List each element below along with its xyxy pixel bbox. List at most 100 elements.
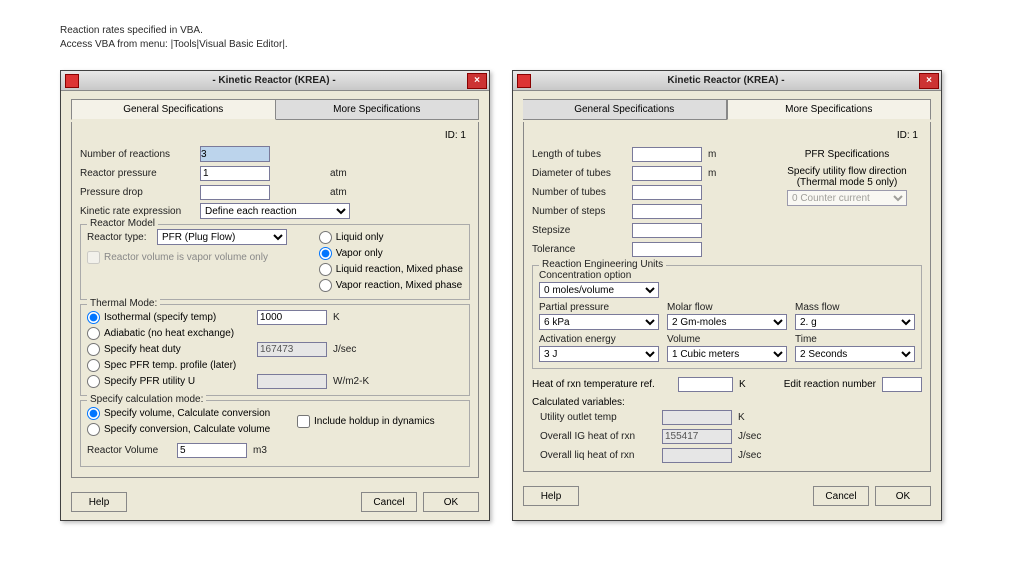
ig-heat-rxn-label: Overall IG heat of rxn (532, 431, 662, 442)
tab-more-specifications[interactable]: More Specifications (727, 99, 932, 120)
cancel-button[interactable]: Cancel (813, 486, 869, 506)
reactor-pressure-input[interactable] (200, 166, 270, 181)
volume-unit-label: Volume (667, 334, 787, 345)
thermal-pfr-u-label: Specify PFR utility U (104, 376, 195, 387)
thermal-adiabatic-radio[interactable] (87, 327, 100, 340)
thermal-adiabatic-label: Adiabatic (no heat exchange) (104, 328, 234, 339)
titlebar[interactable]: - Kinetic Reactor (KREA) - × (61, 71, 489, 91)
diameter-tubes-unit: m (708, 168, 716, 179)
calc-volume-radio[interactable] (87, 407, 100, 420)
isothermal-temp-unit: K (333, 312, 340, 323)
reactor-model-title: Reactor Model (87, 218, 158, 229)
edit-reaction-number-label: Edit reaction number (784, 379, 876, 390)
mass-flow-label: Mass flow (795, 302, 915, 313)
reactor-type-label: Reactor type: (87, 232, 157, 243)
concentration-option-label: Concentration option (539, 270, 915, 281)
length-tubes-input[interactable] (632, 147, 702, 162)
calc-conversion-radio[interactable] (87, 423, 100, 436)
number-of-reactions-input[interactable] (200, 146, 270, 162)
include-holdup-label: Include holdup in dynamics (314, 416, 435, 427)
tolerance-label: Tolerance (532, 244, 632, 255)
phase-vapor-mixed-radio[interactable] (319, 279, 332, 292)
kinetic-reactor-general-dialog: - Kinetic Reactor (KREA) - × General Spe… (60, 70, 490, 521)
reactor-type-select[interactable]: PFR (Plug Flow) (157, 229, 287, 245)
reactor-volume-unit: m3 (253, 445, 267, 456)
include-holdup-checkbox[interactable] (297, 415, 310, 428)
reactor-pressure-label: Reactor pressure (80, 168, 200, 179)
heat-rxn-tempref-input[interactable] (678, 377, 733, 392)
reactor-pressure-unit: atm (330, 168, 347, 179)
phase-vapor-only-radio[interactable] (319, 247, 332, 260)
number-steps-input[interactable] (632, 204, 702, 219)
reactor-volume-input[interactable] (177, 443, 247, 458)
app-icon (65, 74, 79, 88)
app-icon (517, 74, 531, 88)
concentration-option-select[interactable]: 0 moles/volume (539, 282, 659, 298)
help-button[interactable]: Help (71, 492, 127, 512)
activation-energy-select[interactable]: 3 J (539, 346, 659, 362)
time-unit-select[interactable]: 2 Seconds (795, 346, 915, 362)
isothermal-temp-input[interactable] (257, 310, 327, 325)
pressure-drop-input[interactable] (200, 185, 270, 200)
phase-liquid-only-label: Liquid only (336, 232, 384, 243)
ig-heat-rxn-unit: J/sec (738, 431, 761, 442)
thermal-mode-title: Thermal Mode: (87, 298, 160, 309)
thermal-pfr-u-radio[interactable] (87, 375, 100, 388)
pfr-flow-dir-select: 0 Counter current (787, 190, 907, 206)
diameter-tubes-input[interactable] (632, 166, 702, 181)
edit-reaction-number-input[interactable] (882, 377, 922, 392)
ok-button[interactable]: OK (875, 486, 931, 506)
titlebar[interactable]: Kinetic Reactor (KREA) - × (513, 71, 941, 91)
volume-unit-select[interactable]: 1 Cubic meters (667, 346, 787, 362)
pressure-drop-label: Pressure drop (80, 187, 200, 198)
window-title: - Kinetic Reactor (KREA) - (83, 75, 465, 86)
utility-outlet-temp-label: Utility outlet temp (532, 412, 662, 423)
thermal-profile-radio[interactable] (87, 359, 100, 372)
molar-flow-select[interactable]: 2 Gm-moles (667, 314, 787, 330)
liq-heat-rxn-unit: J/sec (738, 450, 761, 461)
calculated-variables-label: Calculated variables: (532, 397, 922, 408)
top-note-line1: Reaction rates specified in VBA. (60, 24, 964, 38)
ok-button[interactable]: OK (423, 492, 479, 512)
heat-duty-unit: J/sec (333, 344, 356, 355)
tolerance-input[interactable] (632, 242, 702, 257)
pfr-spec-title: PFR Specifications (772, 149, 922, 160)
reaction-engineering-units-group: Reaction Engineering Units Concentration… (532, 265, 922, 369)
stepsize-input[interactable] (632, 223, 702, 238)
number-of-reactions-label: Number of reactions (80, 149, 200, 160)
cancel-button[interactable]: Cancel (361, 492, 417, 512)
help-button[interactable]: Help (523, 486, 579, 506)
calc-volume-label: Specify volume, Calculate conversion (104, 408, 270, 419)
id-label: ID: 1 (532, 128, 922, 145)
thermal-isothermal-label: Isothermal (specify temp) (104, 312, 216, 323)
heat-duty-input (257, 342, 327, 357)
reactor-model-group: Reactor Model Reactor type: PFR (Plug Fl… (80, 224, 470, 300)
thermal-isothermal-radio[interactable] (87, 311, 100, 324)
close-button[interactable]: × (919, 73, 939, 89)
close-button[interactable]: × (467, 73, 487, 89)
vapor-volume-checkbox (87, 251, 100, 264)
reu-title: Reaction Engineering Units (539, 259, 666, 270)
mass-flow-select[interactable]: 2. g (795, 314, 915, 330)
length-tubes-label: Length of tubes (532, 149, 632, 160)
tab-general-specifications[interactable]: General Specifications (523, 99, 727, 120)
partial-pressure-select[interactable]: 6 kPa (539, 314, 659, 330)
kinetic-rate-select[interactable]: Define each reaction (200, 203, 350, 219)
id-label: ID: 1 (80, 128, 470, 145)
thermal-profile-label: Spec PFR temp. profile (later) (104, 360, 236, 371)
tab-more-specifications[interactable]: More Specifications (276, 99, 480, 120)
liq-heat-rxn-input (662, 448, 732, 463)
phase-liquid-only-radio[interactable] (319, 231, 332, 244)
top-note-line2: Access VBA from menu: |Tools|Visual Basi… (60, 38, 964, 52)
diameter-tubes-label: Diameter of tubes (532, 168, 632, 179)
number-tubes-input[interactable] (632, 185, 702, 200)
thermal-heat-duty-radio[interactable] (87, 343, 100, 356)
vapor-volume-label: Reactor volume is vapor volume only (104, 252, 268, 263)
heat-rxn-tempref-unit: K (739, 379, 746, 390)
phase-liquid-mixed-radio[interactable] (319, 263, 332, 276)
utility-outlet-temp-unit: K (738, 412, 745, 423)
tab-general-specifications[interactable]: General Specifications (71, 99, 276, 120)
heat-rxn-tempref-label: Heat of rxn temperature ref. (532, 379, 672, 390)
calc-mode-title: Specify calculation mode: (87, 394, 206, 405)
phase-liquid-mixed-label: Liquid reaction, Mixed phase (336, 264, 463, 275)
